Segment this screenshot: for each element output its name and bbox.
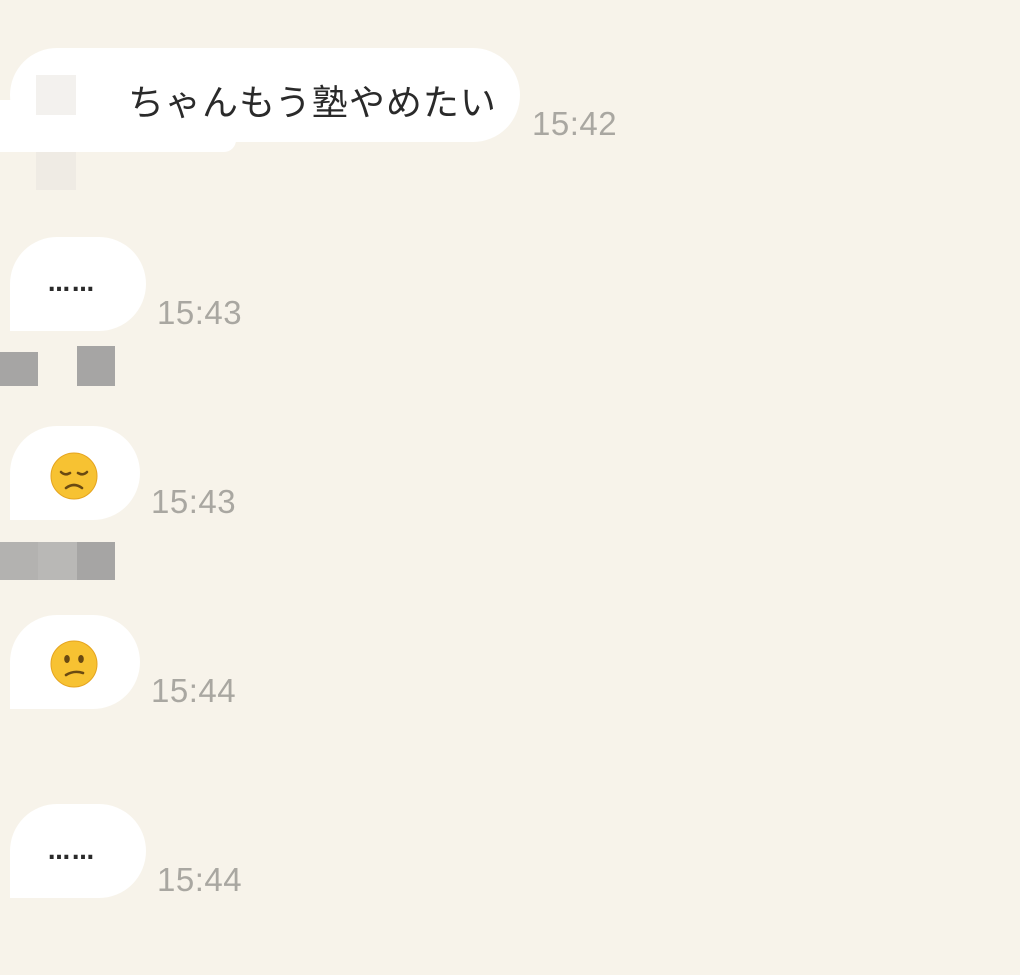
message-time: 15:43: [157, 294, 243, 331]
disappointed-face-icon: [50, 452, 98, 500]
redacted-block: [36, 152, 76, 190]
message-time: 15:42: [532, 105, 618, 142]
redacted-name: [38, 542, 77, 580]
redacted-avatar: [36, 75, 76, 115]
message-time: 15:44: [151, 672, 237, 709]
chat-thread: ちゃんもう塾やめたい 15:42 …… 15:43 15:43 15:44 ………: [0, 0, 1020, 975]
message-text: ちゃんもう塾やめたい: [128, 83, 497, 124]
message-time: 15:44: [157, 861, 243, 898]
redacted-name: [0, 542, 38, 580]
redacted-name: [0, 352, 38, 386]
redacted-name: [77, 542, 115, 580]
message-text: ……: [48, 272, 96, 297]
message-time: 15:43: [151, 483, 237, 520]
confused-face-icon: [50, 640, 98, 688]
redacted-name: [77, 346, 115, 386]
message-text: ……: [48, 840, 96, 865]
